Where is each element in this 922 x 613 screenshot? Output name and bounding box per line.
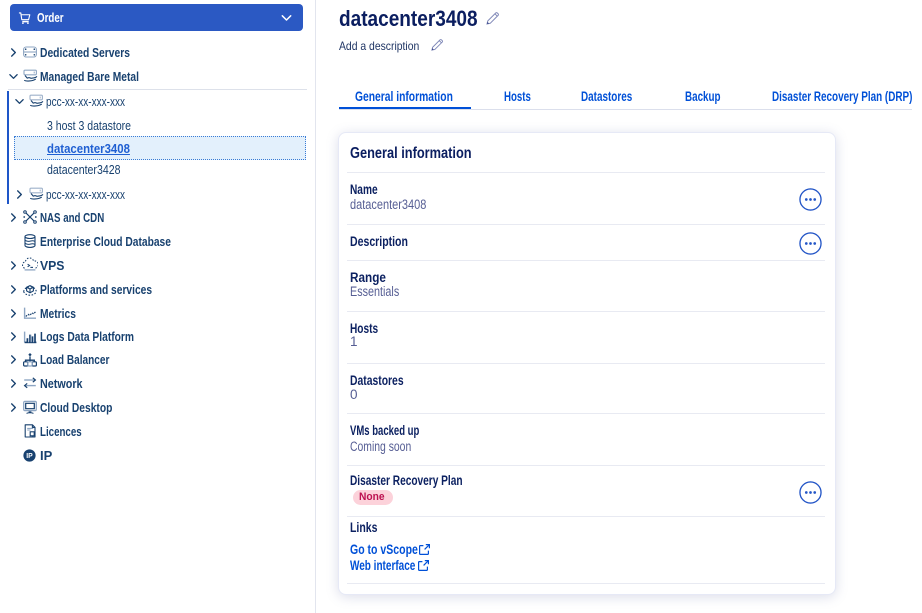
svg-text:IP: IP [26,453,33,460]
